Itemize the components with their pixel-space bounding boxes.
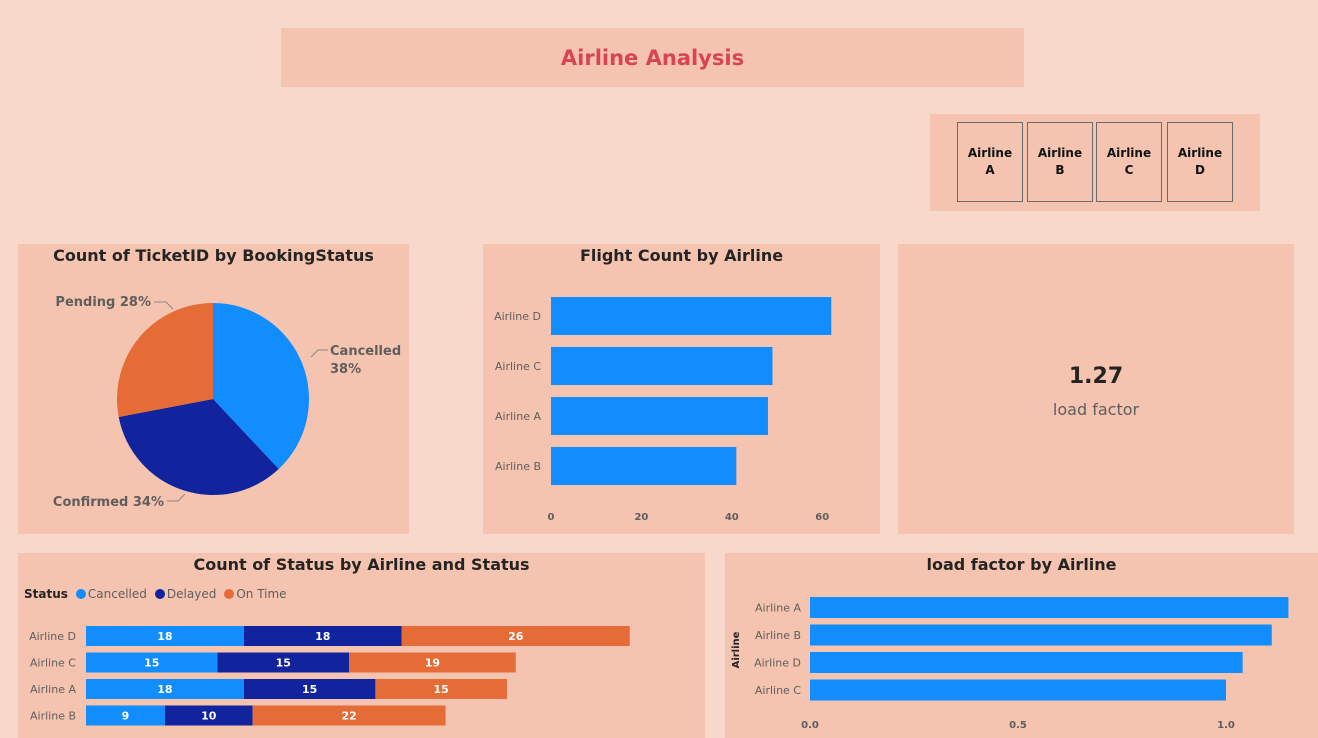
status-data-label: 9 [122, 710, 130, 723]
status-category-label: Airline C [30, 657, 76, 670]
status-data-label: 10 [201, 710, 217, 723]
status-data-label: 15 [276, 657, 291, 670]
status-data-label: 15 [434, 683, 449, 696]
slicer-airline-b[interactable]: Airline B [1027, 122, 1093, 202]
load-factor-bar-airline-a [810, 597, 1289, 618]
status-data-label: 22 [341, 710, 356, 723]
title-banner: Airline Analysis [281, 28, 1024, 87]
airline-slicer: Airline A Airline B Airline C Airline D [930, 114, 1260, 211]
flight-bar-airline-a [551, 397, 768, 435]
slicer-airline-d[interactable]: Airline D [1167, 122, 1233, 202]
flight-category-label: Airline B [495, 460, 541, 473]
pie-label-confirmed: Confirmed 34% [53, 495, 164, 510]
status-chart-panel: Count of Status by Airline and Status St… [18, 553, 705, 738]
status-data-label: 18 [315, 630, 330, 643]
load-factor-bar-airline-b [810, 624, 1272, 646]
status-data-label: 15 [302, 683, 317, 696]
kpi-value: 1.27 [1068, 364, 1124, 389]
load-factor-panel: load factor by Airline Airline A Airline … [725, 553, 1318, 738]
pie-label-cancelled: Cancelled [330, 344, 401, 359]
flight-category-label: Airline D [494, 310, 541, 323]
flight-x-tick: 40 [725, 512, 739, 523]
flight-category-label: Airline C [495, 360, 541, 373]
pie-chart: Cancelled 38% Pending 28% Confirmed 34% [53, 295, 401, 510]
kpi-label: load factor [1052, 400, 1140, 419]
status-category-label: Airline A [30, 683, 76, 696]
status-category-label: Airline B [30, 710, 76, 723]
load-factor-x-tick: 1.0 [1217, 720, 1235, 731]
pie-leader-line [154, 301, 174, 310]
flight-bar-airline-d [551, 297, 832, 335]
load-factor-category-label: Airline B [755, 629, 801, 642]
kpi-card: 1.27 load factor [898, 244, 1294, 534]
load-factor-category-label: Airline C [755, 684, 801, 697]
pie-label-cancelled-pct: 38% [330, 362, 361, 377]
pie-label-pending: Pending 28% [55, 295, 151, 310]
slicer-airline-c[interactable]: Airline C [1096, 122, 1162, 202]
load-factor-x-tick: 0.0 [801, 720, 819, 731]
flight-x-tick: 20 [634, 512, 648, 523]
load-factor-bar-airline-d [810, 652, 1243, 673]
status-chart: Airline D 18 18 26 Airline C 15 15 19 Airline A 1… [29, 626, 630, 726]
status-data-label: 18 [157, 630, 172, 643]
flight-x-tick: 60 [815, 512, 829, 523]
pie-leader-line [167, 493, 186, 502]
flight-bar-airline-c [551, 347, 773, 385]
pie-leader-line [310, 349, 328, 358]
load-factor-category-label: Airline A [755, 602, 801, 615]
load-factor-y-axis-label: Airline [731, 631, 742, 668]
status-data-label: 15 [144, 657, 159, 670]
load-factor-category-label: Airline D [754, 657, 801, 670]
flight-category-label: Airline A [495, 410, 541, 423]
pie-chart-panel: Count of TicketID by BookingStatus Cance… [18, 244, 409, 534]
load-factor-bar-airline-c [810, 679, 1226, 701]
status-category-label: Airline D [29, 630, 76, 643]
flight-count-chart: Airline D Airline C Airline A Airline B 0 20 4… [494, 297, 832, 523]
status-data-label: 18 [157, 683, 172, 696]
flight-x-tick: 0 [548, 512, 555, 523]
status-data-label: 26 [508, 630, 524, 643]
load-factor-x-tick: 0.5 [1009, 720, 1027, 731]
slicer-airline-a[interactable]: Airline A [957, 122, 1023, 202]
flight-count-panel: Flight Count by Airline Airline D Airline… [483, 244, 880, 534]
status-data-label: 19 [425, 657, 440, 670]
page-title: Airline Analysis [560, 45, 745, 70]
pie-slice-pending [116, 303, 213, 417]
load-factor-chart: Airline A Airline B Airline D Airline C Airl… [731, 597, 1289, 731]
flight-bar-airline-b [551, 447, 737, 485]
